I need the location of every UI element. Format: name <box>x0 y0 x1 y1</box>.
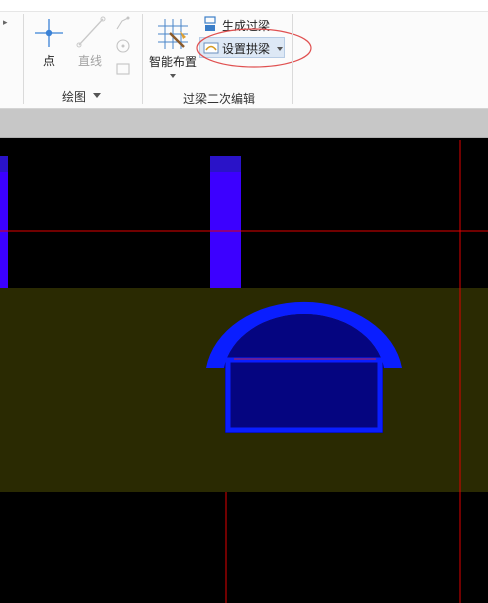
draw-group-label: 绘图 <box>62 90 87 104</box>
point-icon <box>35 19 63 47</box>
column-left <box>0 156 8 288</box>
scroll-left-arrow-icon[interactable]: ▸ <box>3 18 8 28</box>
door-opening <box>224 314 384 433</box>
smart-layout-label: 智能布置 <box>149 55 198 69</box>
column-mid <box>210 156 241 288</box>
line-label: 直线 <box>78 54 103 68</box>
highlight-ellipse <box>196 28 312 68</box>
circle-icon[interactable] <box>115 38 131 54</box>
line-icon <box>76 16 106 48</box>
chevron-down-icon[interactable] <box>93 93 101 99</box>
point-label: 点 <box>43 54 56 68</box>
line-button[interactable]: 直线 <box>74 14 110 70</box>
polyline-icon[interactable] <box>115 15 131 31</box>
group-separator <box>142 14 143 104</box>
ribbon-tab-strip <box>0 0 488 12</box>
smart-layout-grid-icon <box>158 19 188 49</box>
smart-layout-button[interactable]: 智能布置 <box>148 14 200 84</box>
secondary-edit-group-label: 过梁二次编辑 <box>183 92 256 106</box>
drawing-tab-bar <box>0 109 488 138</box>
group-separator <box>23 14 24 104</box>
group-separator <box>292 14 293 104</box>
column-left-cap <box>0 156 8 172</box>
drawing-canvas[interactable] <box>0 138 488 603</box>
drawing-svg <box>0 140 488 603</box>
point-button[interactable]: 点 <box>30 14 68 70</box>
column-mid-cap <box>210 156 241 172</box>
smart-layout-dropdown-icon <box>170 74 176 78</box>
rectangle-icon[interactable] <box>115 61 131 77</box>
ribbon-toolbar: ▸ 点 直线 绘图 智能布置 生成过梁 设置拱梁 过梁二次编辑 <box>0 0 488 109</box>
